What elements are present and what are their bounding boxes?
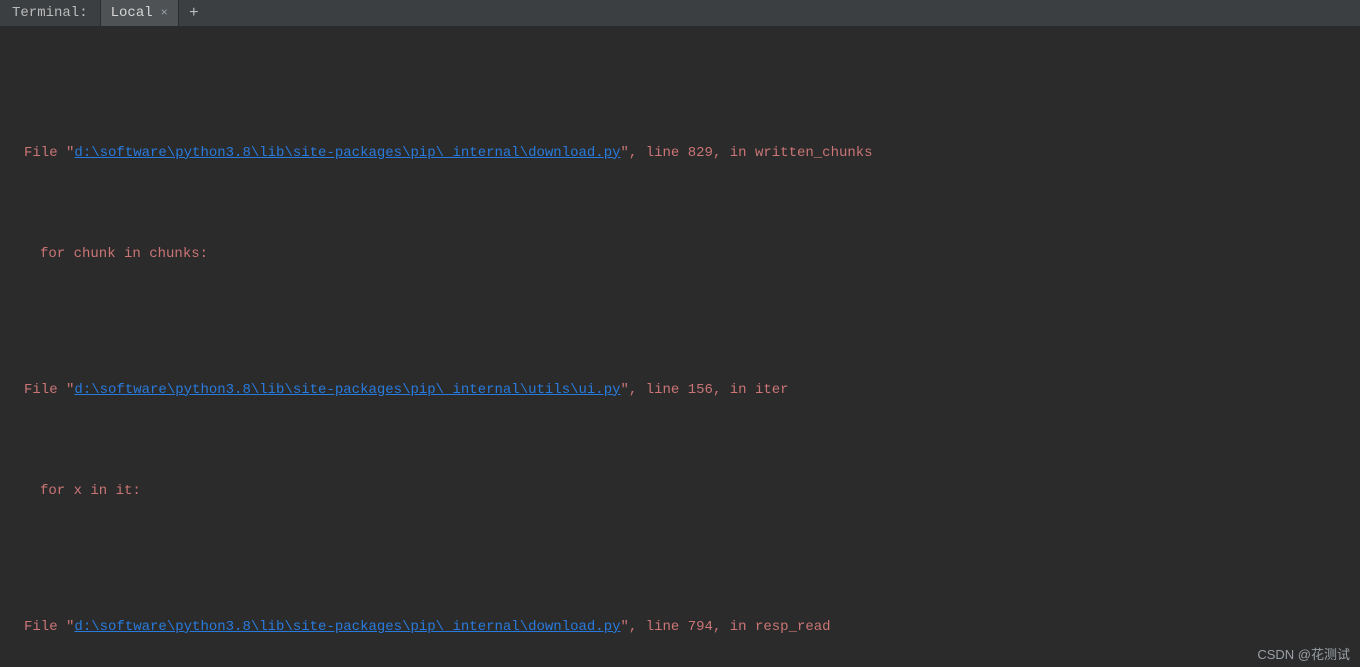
add-tab-button[interactable]: + (179, 0, 209, 26)
terminal-panel-label: Terminal: (0, 0, 101, 26)
file-keyword: File (24, 145, 58, 161)
csdn-watermark: CSDN @花测试 (1257, 644, 1350, 663)
terminal-tab-label: Local (111, 5, 153, 21)
file-path-link[interactable]: d:\software\python3.8\lib\site-packages\… (74, 145, 620, 161)
terminal-tab-local[interactable]: Local × (101, 0, 179, 26)
trace-frame: File "d:\software\python3.8\lib\site-pac… (6, 611, 1354, 645)
line-number: 829 (688, 145, 713, 161)
terminal-output[interactable]: File "d:\software\python3.8\lib\site-pac… (0, 27, 1360, 667)
trace-code: for chunk in chunks: (6, 238, 1354, 272)
trace-code: for x in it: (6, 475, 1354, 509)
trace-frame: File "d:\software\python3.8\lib\site-pac… (6, 137, 1354, 171)
terminal-tab-bar: Terminal: Local × + (0, 0, 1360, 27)
function-name: written_chunks (755, 145, 873, 161)
file-path-link[interactable]: d:\software\python3.8\lib\site-packages\… (74, 382, 620, 398)
file-path-link[interactable]: d:\software\python3.8\lib\site-packages\… (74, 619, 620, 635)
close-icon[interactable]: × (161, 6, 168, 20)
trace-frame: File "d:\software\python3.8\lib\site-pac… (6, 374, 1354, 408)
